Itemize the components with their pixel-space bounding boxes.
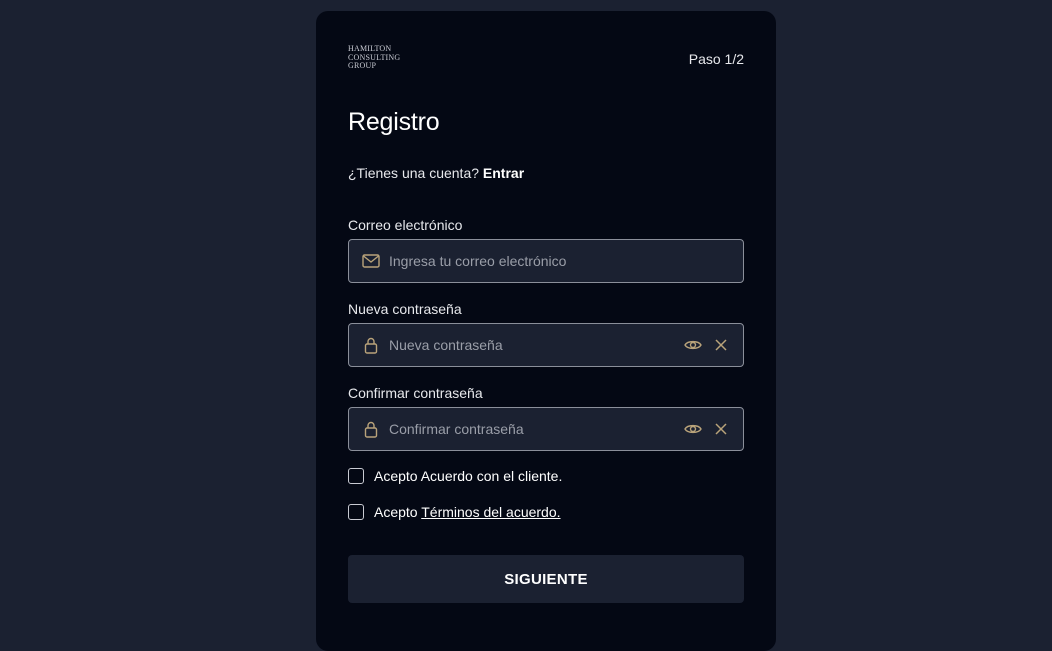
- next-button[interactable]: SIGUIENTE: [348, 555, 744, 603]
- login-link[interactable]: Entrar: [483, 165, 524, 181]
- new-password-field-container: [348, 323, 744, 367]
- email-input[interactable]: [389, 240, 669, 282]
- email-label: Correo electrónico: [348, 217, 463, 233]
- confirm-password-label: Confirmar contraseña: [348, 385, 483, 401]
- page-title: Registro: [348, 108, 440, 136]
- client-agreement-checkbox[interactable]: [348, 468, 364, 484]
- company-logo: HAMILTON CONSULTING GROUP: [348, 44, 400, 71]
- signup-card: HAMILTON CONSULTING GROUP Paso 1/2 Regis…: [316, 11, 776, 651]
- terms-agreement-checkbox[interactable]: [348, 504, 364, 520]
- show-password-icon[interactable]: [683, 419, 703, 439]
- new-password-input[interactable]: [389, 324, 669, 366]
- clear-icon[interactable]: [711, 335, 731, 355]
- confirm-password-field-container: [348, 407, 744, 451]
- step-indicator: Paso 1/2: [688, 51, 744, 67]
- terms-link[interactable]: Términos del acuerdo.: [421, 504, 560, 520]
- client-agreement-text: Acepto Acuerdo con el cliente.: [374, 468, 563, 484]
- card-header: HAMILTON CONSULTING GROUP Paso 1/2: [348, 44, 744, 75]
- account-question: ¿Tienes una cuenta?: [348, 165, 480, 181]
- logo-line-3: GROUP: [348, 61, 377, 70]
- lock-icon: [364, 337, 378, 354]
- terms-prefix: Acepto: [374, 504, 418, 520]
- confirm-password-input[interactable]: [389, 408, 669, 450]
- show-password-icon[interactable]: [683, 335, 703, 355]
- clear-icon[interactable]: [711, 419, 731, 439]
- lock-icon: [364, 421, 378, 438]
- email-field-container: [348, 239, 744, 283]
- mail-icon: [362, 254, 380, 268]
- new-password-label: Nueva contraseña: [348, 301, 462, 317]
- terms-agreement-text: Acepto Términos del acuerdo.: [374, 504, 561, 520]
- login-prompt: ¿Tienes una cuenta? Entrar: [348, 165, 524, 181]
